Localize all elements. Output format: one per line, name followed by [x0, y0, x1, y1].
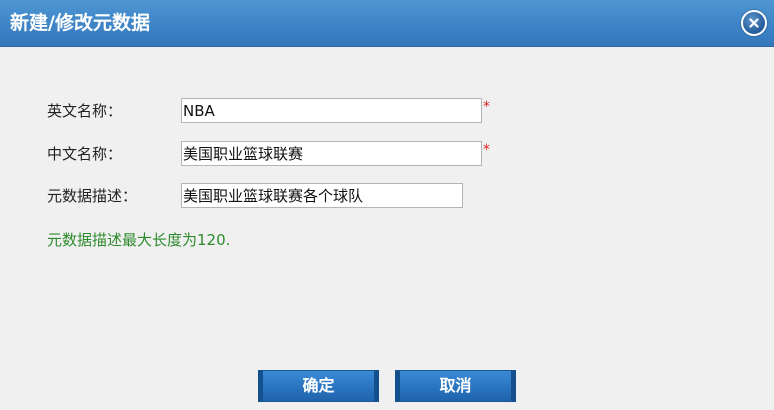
metadata-dialog: 新建/修改元数据 英文名称： * 中文名称： * 元数据描述： 元数据描述最大长… [0, 0, 774, 410]
chinese-name-required-mark: * [483, 142, 490, 158]
english-name-label: 英文名称： [47, 102, 123, 120]
cancel-button[interactable]: 取消 [395, 370, 516, 402]
close-icon [749, 18, 759, 28]
description-label: 元数据描述： [47, 187, 138, 205]
chinese-name-row: 中文名称： * [0, 141, 774, 167]
close-button[interactable] [741, 10, 767, 36]
chinese-name-label: 中文名称： [47, 145, 123, 163]
chinese-name-input[interactable] [181, 141, 482, 166]
confirm-button[interactable]: 确定 [258, 370, 379, 402]
description-length-hint: 元数据描述最大长度为120. [47, 231, 231, 249]
dialog-title: 新建/修改元数据 [10, 12, 150, 34]
english-name-required-mark: * [483, 99, 490, 115]
english-name-input[interactable] [181, 98, 482, 123]
description-row: 元数据描述： [0, 183, 774, 209]
dialog-titlebar: 新建/修改元数据 [0, 0, 774, 47]
description-input[interactable] [181, 183, 463, 208]
english-name-row: 英文名称： * [0, 98, 774, 124]
